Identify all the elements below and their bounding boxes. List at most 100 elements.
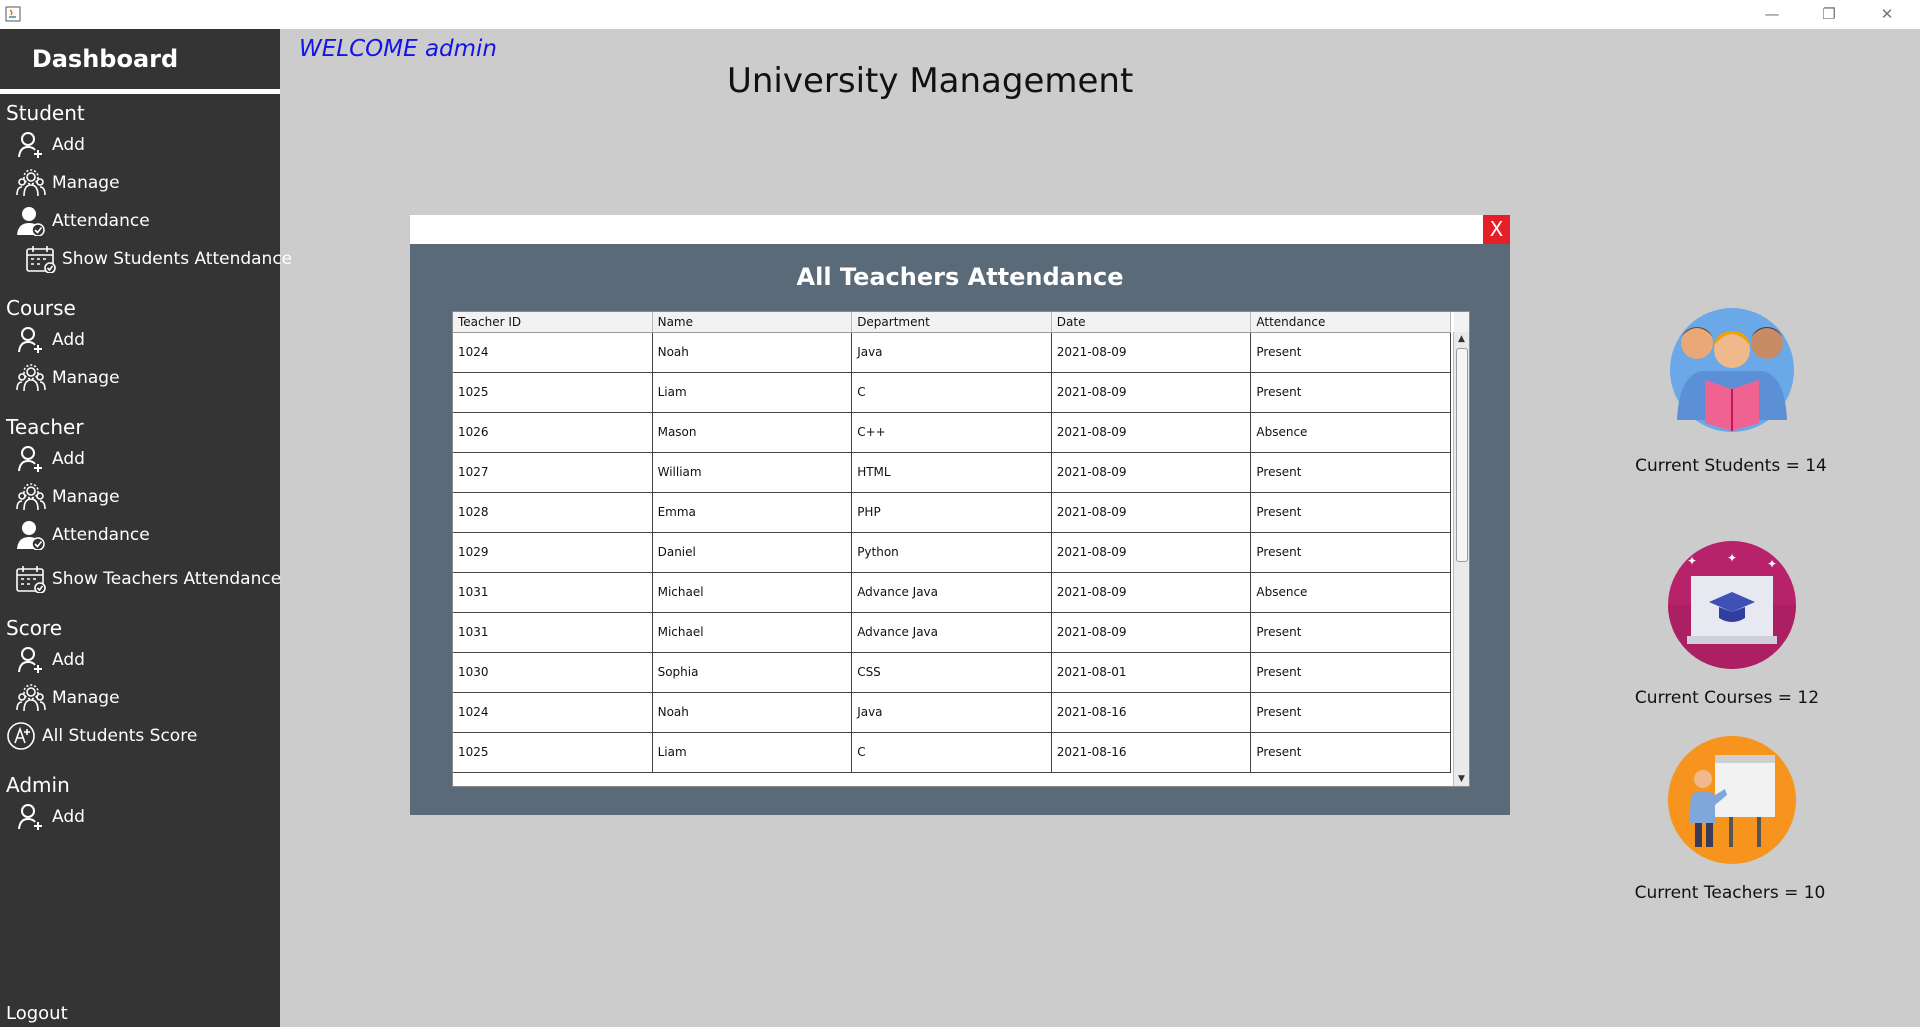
sidebar-item-score-add[interactable]: Add [16,645,85,675]
minimize-button[interactable]: — [1752,2,1792,26]
sidebar-item-label: Add [52,449,85,469]
sidebar-item-student-add[interactable]: Add [16,130,85,160]
table-row[interactable]: 1030 Sophia CSS 2021-08-01 Present [453,653,1451,693]
table-row[interactable]: 1028 Emma PHP 2021-08-09 Present [453,493,1451,533]
cell-teacher-id: 1031 [453,573,653,612]
scroll-down-arrow-icon[interactable]: ▼ [1454,772,1469,786]
sidebar-item-label: Add [52,807,85,827]
table-row[interactable]: 1024 Noah Java 2021-08-09 Present [453,333,1451,373]
cell-teacher-id: 1024 [453,693,653,732]
cell-department: PHP [852,493,1052,532]
table-row[interactable]: 1027 William HTML 2021-08-09 Present [453,453,1451,493]
dialog-close-button[interactable]: X [1483,215,1510,244]
sidebar-item-teacher-manage[interactable]: Manage [16,482,120,512]
sidebar-item-label: Show Teachers Attendance [52,569,282,589]
add-user-icon [16,130,46,160]
add-user-icon [16,444,46,474]
table-row[interactable]: 1025 Liam C 2021-08-09 Present [453,373,1451,413]
table-row[interactable]: 1031 Michael Advance Java 2021-08-09 Present [453,613,1451,653]
sidebar-item-label: Manage [52,487,120,507]
section-score: Score [6,616,63,640]
section-student: Student [6,101,85,125]
cell-name: Daniel [653,533,853,572]
sidebar-item-label: Manage [52,368,120,388]
user-check-icon [16,206,46,236]
sidebar-item-teacher-add[interactable]: Add [16,444,85,474]
column-header-name[interactable]: Name [653,312,853,332]
cell-teacher-id: 1030 [453,653,653,692]
cell-attendance: Absence [1251,573,1451,612]
table-row[interactable]: 1024 Noah Java 2021-08-16 Present [453,693,1451,733]
logout-button[interactable]: Logout [6,1003,68,1024]
manage-users-icon [16,168,46,198]
cell-attendance: Present [1251,373,1451,412]
cell-date: 2021-08-09 [1052,573,1252,612]
cell-name: Liam [653,373,853,412]
cell-attendance: Present [1251,613,1451,652]
teacher-presentation-icon [1668,736,1796,864]
column-header-teacher-id[interactable]: Teacher ID [453,312,653,332]
cell-name: Michael [653,613,853,652]
welcome-text: WELCOME admin [299,36,498,62]
user-check-icon [16,520,46,550]
close-window-button[interactable]: ✕ [1867,2,1907,26]
table-scrollbar[interactable]: ▲ ▼ [1453,332,1469,786]
sidebar-item-course-manage[interactable]: Manage [16,363,120,393]
restore-button[interactable]: ❐ [1809,2,1849,26]
cell-date: 2021-08-16 [1052,733,1252,772]
dialog-title: All Teachers Attendance [796,263,1124,291]
cell-name: Mason [653,413,853,452]
cell-name: Noah [653,693,853,732]
cell-date: 2021-08-09 [1052,333,1252,372]
cell-attendance: Present [1251,333,1451,372]
column-header-date[interactable]: Date [1052,312,1252,332]
section-teacher: Teacher [6,415,84,439]
calendar-check-icon [16,564,46,594]
svg-text:✦: ✦ [1687,554,1697,568]
table-row[interactable]: 1026 Mason C++ 2021-08-09 Absence [453,413,1451,453]
scrollbar-thumb[interactable] [1456,348,1468,562]
sidebar-divider [0,89,280,94]
section-course: Course [6,296,76,320]
table-row[interactable]: 1029 Daniel Python 2021-08-09 Present [453,533,1451,573]
sidebar-item-label: Attendance [52,525,150,545]
cell-date: 2021-08-09 [1052,613,1252,652]
sidebar-item-score-manage[interactable]: Manage [16,683,120,713]
cell-attendance: Present [1251,533,1451,572]
svg-text:✦: ✦ [1767,557,1777,571]
sidebar-item-label: Add [52,330,85,350]
cell-department: Java [852,693,1052,732]
sidebar-item-teacher-attendance[interactable]: Attendance [16,520,150,550]
attendance-table[interactable]: Teacher ID Name Department Date Attendan… [452,311,1470,787]
manage-users-icon [16,363,46,393]
cell-teacher-id: 1024 [453,333,653,372]
cell-attendance: Present [1251,733,1451,772]
cell-attendance: Present [1251,493,1451,532]
column-header-department[interactable]: Department [852,312,1052,332]
sidebar-item-show-teachers-attendance[interactable]: Show Teachers Attendance [16,564,281,594]
table-body: 1024 Noah Java 2021-08-09 Present 1025 Liam C 20… [453,333,1451,773]
sidebar-item-show-students-attendance[interactable]: Show Students Attendance [26,244,292,274]
cell-name: Noah [653,333,853,372]
sidebar-item-student-manage[interactable]: Manage [16,168,120,198]
table-row[interactable]: 1025 Liam C 2021-08-16 Present [453,733,1451,773]
sidebar-item-all-students-score[interactable]: All Students Score [6,721,197,751]
sidebar-item-student-attendance[interactable]: Attendance [16,206,150,236]
sidebar: Dashboard Student Add Manage Attendance … [0,29,292,1027]
sidebar-item-label: All Students Score [42,726,198,746]
cell-department: C++ [852,413,1052,452]
cell-attendance: Present [1251,653,1451,692]
table-row[interactable]: 1031 Michael Advance Java 2021-08-09 Absence [453,573,1451,613]
column-header-attendance[interactable]: Attendance [1251,312,1451,332]
sidebar-item-course-add[interactable]: Add [16,325,85,355]
scroll-up-arrow-icon[interactable]: ▲ [1454,332,1469,346]
add-user-icon [16,325,46,355]
sidebar-item-admin-add[interactable]: Add [16,802,85,832]
cell-department: Advance Java [852,613,1052,652]
sidebar-item-label: Add [52,135,85,155]
sidebar-item-label: Manage [52,688,120,708]
manage-users-icon [16,683,46,713]
cell-name: Sophia [653,653,853,692]
cell-department: HTML [852,453,1052,492]
sidebar-item-label: Show Students Attendance [62,249,293,269]
